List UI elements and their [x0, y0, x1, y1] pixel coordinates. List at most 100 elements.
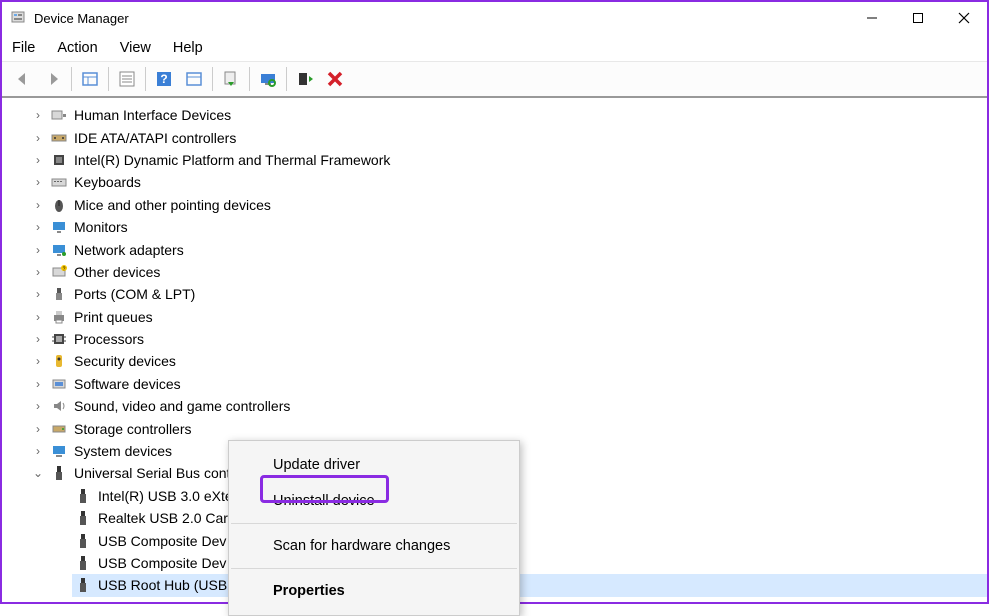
tree-label: System devices	[74, 443, 172, 459]
ctx-update-driver[interactable]: Update driver	[229, 447, 519, 483]
tree-node[interactable]: › Ports (COM & LPT)	[32, 283, 987, 305]
chevron-right-icon[interactable]: ›	[32, 265, 44, 279]
tree-label: Print queues	[74, 309, 153, 325]
chevron-right-icon[interactable]: ›	[32, 399, 44, 413]
chevron-right-icon[interactable]: ›	[32, 354, 44, 368]
chevron-right-icon[interactable]: ›	[32, 175, 44, 189]
help-button[interactable]: ?	[150, 65, 178, 93]
tree-node[interactable]: › Processors	[32, 328, 987, 350]
port-icon	[50, 285, 68, 303]
forward-button[interactable]	[39, 65, 67, 93]
system-icon	[50, 442, 68, 460]
network-icon	[50, 241, 68, 259]
chevron-down-icon[interactable]: ⌄	[32, 466, 44, 480]
svg-text:?: ?	[63, 266, 66, 272]
chevron-right-icon[interactable]: ›	[32, 198, 44, 212]
chevron-right-icon[interactable]: ›	[32, 108, 44, 122]
cpu-icon	[50, 330, 68, 348]
tree-child[interactable]: USB Composite Dev	[72, 529, 987, 551]
sound-icon	[50, 397, 68, 415]
tree-label: Ports (COM & LPT)	[74, 286, 195, 302]
chevron-right-icon[interactable]: ›	[32, 131, 44, 145]
chevron-right-icon[interactable]: ›	[32, 332, 44, 346]
tree-node[interactable]: ›?Other devices	[32, 261, 987, 283]
other-icon: ?	[50, 263, 68, 281]
ctx-uninstall-device[interactable]: Uninstall device	[229, 483, 519, 519]
tree-node[interactable]: ›Storage controllers	[32, 417, 987, 439]
menu-help[interactable]: Help	[171, 38, 205, 58]
ctx-separator	[231, 568, 517, 569]
ide-icon	[50, 129, 68, 147]
action-button[interactable]	[180, 65, 208, 93]
chevron-right-icon[interactable]: ›	[32, 243, 44, 257]
tree-node[interactable]: › Intel(R) Dynamic Platform and Thermal F…	[32, 149, 987, 171]
usb-icon	[76, 555, 90, 571]
tree-label: Mice and other pointing devices	[74, 197, 271, 213]
software-icon	[50, 375, 68, 393]
menu-file[interactable]: File	[10, 38, 37, 58]
maximize-button[interactable]	[895, 2, 941, 34]
tree-label: Software devices	[74, 376, 181, 392]
storage-icon	[50, 420, 68, 438]
chevron-right-icon[interactable]: ›	[32, 422, 44, 436]
tree-node[interactable]: › Monitors	[32, 216, 987, 238]
show-hide-console-button[interactable]	[76, 65, 104, 93]
scan-hardware-button[interactable]	[254, 65, 282, 93]
chevron-right-icon[interactable]: ›	[32, 444, 44, 458]
minimize-button[interactable]	[849, 2, 895, 34]
chevron-right-icon[interactable]: ›	[32, 220, 44, 234]
tree-child[interactable]: Intel(R) USB 3.0 eXte	[72, 485, 987, 507]
ctx-separator	[231, 523, 517, 524]
tree-node[interactable]: › Mice and other pointing devices	[32, 194, 987, 216]
properties-button[interactable]	[113, 65, 141, 93]
tree-node[interactable]: › Security devices	[32, 350, 987, 372]
tree-node[interactable]: › IDE ATA/ATAPI controllers	[32, 126, 987, 148]
tree-child[interactable]: Realtek USB 2.0 Card	[72, 507, 987, 529]
tree-label: IDE ATA/ATAPI controllers	[74, 130, 236, 146]
tree-label: Security devices	[74, 353, 176, 369]
mouse-icon	[50, 196, 68, 214]
tree-label: Processors	[74, 331, 144, 347]
tree-node[interactable]: › Print queues	[32, 306, 987, 328]
uninstall-device-button[interactable]	[321, 65, 349, 93]
printer-icon	[50, 308, 68, 326]
tree-label: USB Composite Dev	[98, 555, 226, 571]
tree-label: USB Composite Dev	[98, 533, 226, 549]
security-icon	[50, 352, 68, 370]
tree-node[interactable]: › Software devices	[32, 373, 987, 395]
tree-label: Network adapters	[74, 242, 184, 258]
ctx-scan-hardware[interactable]: Scan for hardware changes	[229, 528, 519, 564]
chip-icon	[50, 151, 68, 169]
usb-icon	[76, 533, 90, 549]
chevron-right-icon[interactable]: ›	[32, 153, 44, 167]
toolbar: ?	[2, 62, 987, 98]
tree-label: Intel(R) Dynamic Platform and Thermal Fr…	[74, 152, 390, 168]
tree-child[interactable]: USB Root Hub (USB 3.0)	[72, 574, 987, 596]
tree-label: Sound, video and game controllers	[74, 398, 290, 414]
keyboard-icon	[50, 173, 68, 191]
chevron-right-icon[interactable]: ›	[32, 287, 44, 301]
menu-view[interactable]: View	[118, 38, 153, 58]
enable-device-button[interactable]	[291, 65, 319, 93]
update-driver-button[interactable]	[217, 65, 245, 93]
chevron-right-icon[interactable]: ›	[32, 377, 44, 391]
tree-label: Monitors	[74, 219, 128, 235]
hid-icon	[50, 106, 68, 124]
window-title: Device Manager	[34, 11, 849, 26]
tree-child[interactable]: USB Composite Dev	[72, 552, 987, 574]
usb-icon	[76, 577, 90, 593]
context-menu: Update driver Uninstall device Scan for …	[228, 440, 520, 616]
back-button[interactable]	[9, 65, 37, 93]
menu-action[interactable]: Action	[55, 38, 99, 58]
chevron-right-icon[interactable]: ›	[32, 310, 44, 324]
tree-node[interactable]: ›Human Interface Devices	[32, 104, 987, 126]
tree-label: Realtek USB 2.0 Card	[98, 510, 236, 526]
tree-node[interactable]: › Sound, video and game controllers	[32, 395, 987, 417]
usb-icon	[76, 488, 90, 504]
titlebar: Device Manager	[2, 2, 987, 34]
usb-icon	[50, 464, 68, 482]
monitor-icon	[50, 218, 68, 236]
close-button[interactable]	[941, 2, 987, 34]
tree-node[interactable]: › Network adapters	[32, 238, 987, 260]
tree-node[interactable]: ›Keyboards	[32, 171, 987, 193]
